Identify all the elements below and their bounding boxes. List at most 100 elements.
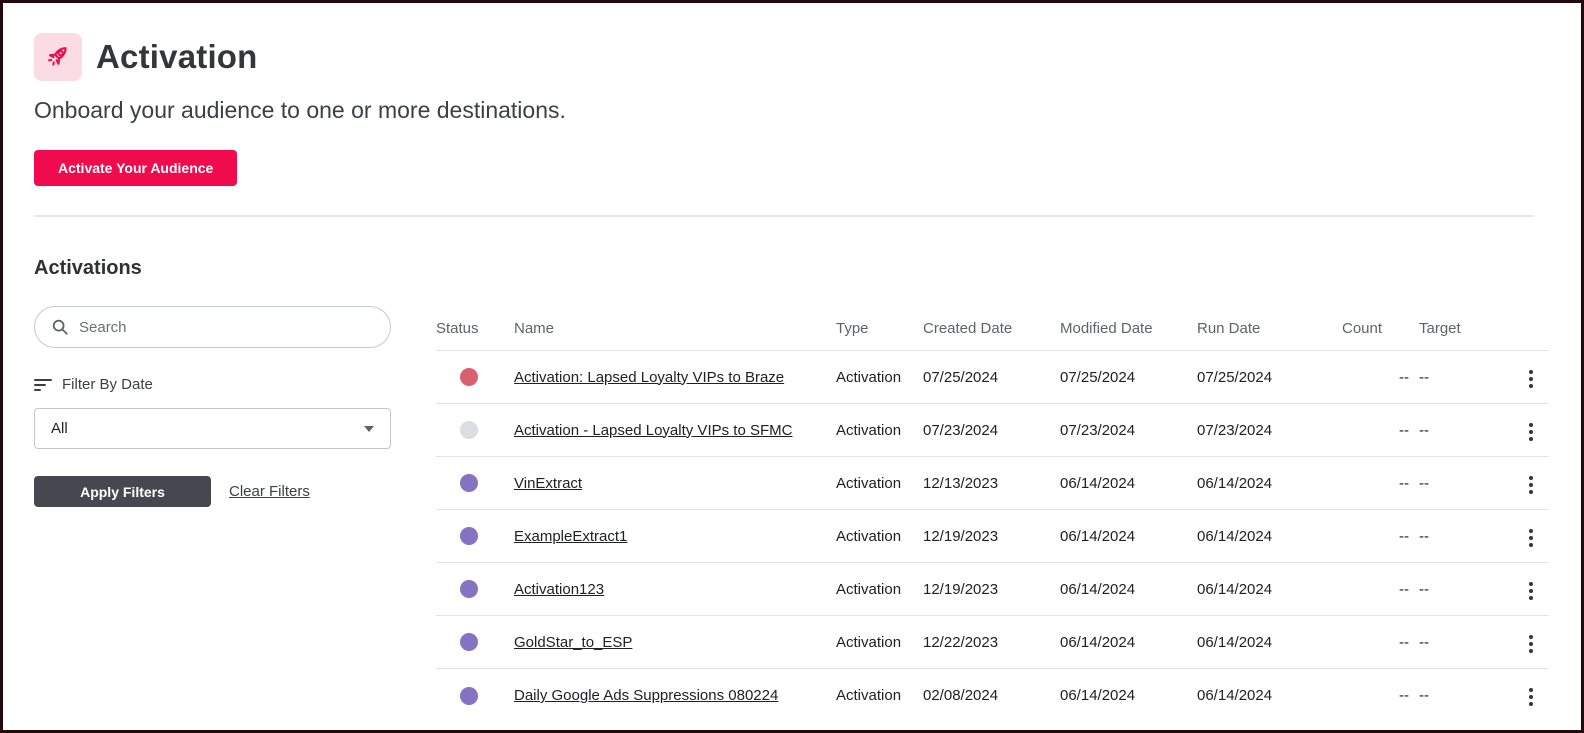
status-cell: [436, 421, 514, 439]
target-cell: --: [1419, 475, 1513, 492]
caret-down-icon: [364, 426, 374, 432]
type-cell: Activation: [836, 687, 923, 704]
column-header-run: Run Date: [1197, 320, 1342, 337]
table-row: Activation123 Activation 12/19/2023 06/1…: [436, 563, 1549, 616]
activations-content: Filter By Date All Apply Filters Clear F…: [34, 306, 1581, 722]
actions-cell: [1513, 626, 1549, 659]
name-cell: Activation123: [514, 581, 836, 598]
count-cell: --: [1342, 581, 1419, 598]
activation-name-link[interactable]: ExampleExtract1: [514, 528, 627, 545]
run-date-cell: 06/14/2024: [1197, 581, 1342, 598]
actions-cell: [1513, 520, 1549, 553]
modified-date-cell: 07/23/2024: [1060, 422, 1197, 439]
modified-date-cell: 06/14/2024: [1060, 528, 1197, 545]
apply-filters-button[interactable]: Apply Filters: [34, 476, 211, 507]
table-row: ExampleExtract1 Activation 12/19/2023 06…: [436, 510, 1549, 563]
filter-actions: Apply Filters Clear Filters: [34, 476, 391, 507]
activation-name-link[interactable]: VinExtract: [514, 475, 582, 492]
clear-filters-link[interactable]: Clear Filters: [229, 483, 310, 500]
status-cell: [436, 368, 514, 386]
type-cell: Activation: [836, 422, 923, 439]
count-cell: --: [1342, 528, 1419, 545]
kebab-icon[interactable]: [1521, 682, 1541, 712]
activations-section-title: Activations: [34, 257, 1581, 280]
created-date-cell: 12/13/2023: [923, 475, 1060, 492]
page-title: Activation: [96, 38, 258, 76]
modified-date-cell: 06/14/2024: [1060, 634, 1197, 651]
filter-lines-icon: [34, 379, 52, 391]
status-cell: [436, 527, 514, 545]
table-row: GoldStar_to_ESP Activation 12/22/2023 06…: [436, 616, 1549, 669]
column-header-created: Created Date: [923, 320, 1060, 337]
created-date-cell: 12/19/2023: [923, 528, 1060, 545]
status-cell: [436, 580, 514, 598]
activation-name-link[interactable]: Activation123: [514, 581, 604, 598]
search-box[interactable]: [34, 306, 391, 348]
date-filter-selected-value: All: [51, 420, 68, 437]
table-row: Activation - Lapsed Loyalty VIPs to SFMC…: [436, 404, 1549, 457]
type-cell: Activation: [836, 475, 923, 492]
target-cell: --: [1419, 369, 1513, 386]
actions-cell: [1513, 467, 1549, 500]
modified-date-cell: 06/14/2024: [1060, 581, 1197, 598]
status-dot: [460, 687, 478, 705]
type-cell: Activation: [836, 528, 923, 545]
target-cell: --: [1419, 634, 1513, 651]
created-date-cell: 12/19/2023: [923, 581, 1060, 598]
table-row: Activation: Lapsed Loyalty VIPs to Braze…: [436, 351, 1549, 404]
modified-date-cell: 07/25/2024: [1060, 369, 1197, 386]
activation-name-link[interactable]: Activation - Lapsed Loyalty VIPs to SFMC: [514, 422, 792, 439]
search-icon: [51, 318, 69, 336]
created-date-cell: 07/25/2024: [923, 369, 1060, 386]
count-cell: --: [1342, 369, 1419, 386]
run-date-cell: 06/14/2024: [1197, 634, 1342, 651]
column-header-type: Type: [836, 320, 923, 337]
name-cell: VinExtract: [514, 475, 836, 492]
run-date-cell: 06/14/2024: [1197, 528, 1342, 545]
activation-name-link[interactable]: Activation: Lapsed Loyalty VIPs to Braze: [514, 369, 784, 386]
page-subtitle: Onboard your audience to one or more des…: [34, 97, 1581, 124]
count-cell: --: [1342, 634, 1419, 651]
table-row: Daily Google Ads Suppressions 080224 Act…: [436, 669, 1549, 722]
kebab-icon[interactable]: [1521, 470, 1541, 500]
created-date-cell: 07/23/2024: [923, 422, 1060, 439]
name-cell: ExampleExtract1: [514, 528, 836, 545]
target-cell: --: [1419, 422, 1513, 439]
rocket-icon: [34, 33, 82, 81]
filter-by-date-label: Filter By Date: [62, 376, 153, 393]
column-header-count: Count: [1342, 320, 1419, 337]
kebab-icon[interactable]: [1521, 364, 1541, 394]
target-cell: --: [1419, 528, 1513, 545]
name-cell: Activation: Lapsed Loyalty VIPs to Braze: [514, 369, 836, 386]
activation-page: Activation Onboard your audience to one …: [3, 3, 1581, 722]
status-dot: [460, 474, 478, 492]
search-input[interactable]: [79, 319, 374, 336]
count-cell: --: [1342, 687, 1419, 704]
name-cell: Activation - Lapsed Loyalty VIPs to SFMC: [514, 422, 836, 439]
activation-name-link[interactable]: Daily Google Ads Suppressions 080224: [514, 687, 778, 704]
kebab-icon[interactable]: [1521, 629, 1541, 659]
table-header-row: Status Name Type Created Date Modified D…: [436, 306, 1549, 351]
name-cell: GoldStar_to_ESP: [514, 634, 836, 651]
actions-cell: [1513, 414, 1549, 447]
run-date-cell: 07/23/2024: [1197, 422, 1342, 439]
run-date-cell: 06/14/2024: [1197, 475, 1342, 492]
activations-table: Status Name Type Created Date Modified D…: [436, 306, 1549, 722]
kebab-icon[interactable]: [1521, 523, 1541, 553]
status-dot: [460, 421, 478, 439]
created-date-cell: 12/22/2023: [923, 634, 1060, 651]
kebab-icon[interactable]: [1521, 417, 1541, 447]
activate-your-audience-button[interactable]: Activate Your Audience: [34, 150, 237, 186]
type-cell: Activation: [836, 581, 923, 598]
column-header-status: Status: [436, 320, 514, 337]
column-header-modified: Modified Date: [1060, 320, 1197, 337]
date-filter-select[interactable]: All: [34, 408, 391, 449]
count-cell: --: [1342, 475, 1419, 492]
run-date-cell: 07/25/2024: [1197, 369, 1342, 386]
activation-name-link[interactable]: GoldStar_to_ESP: [514, 634, 632, 651]
modified-date-cell: 06/14/2024: [1060, 687, 1197, 704]
target-cell: --: [1419, 581, 1513, 598]
kebab-icon[interactable]: [1521, 576, 1541, 606]
name-cell: Daily Google Ads Suppressions 080224: [514, 687, 836, 704]
table-row: VinExtract Activation 12/13/2023 06/14/2…: [436, 457, 1549, 510]
